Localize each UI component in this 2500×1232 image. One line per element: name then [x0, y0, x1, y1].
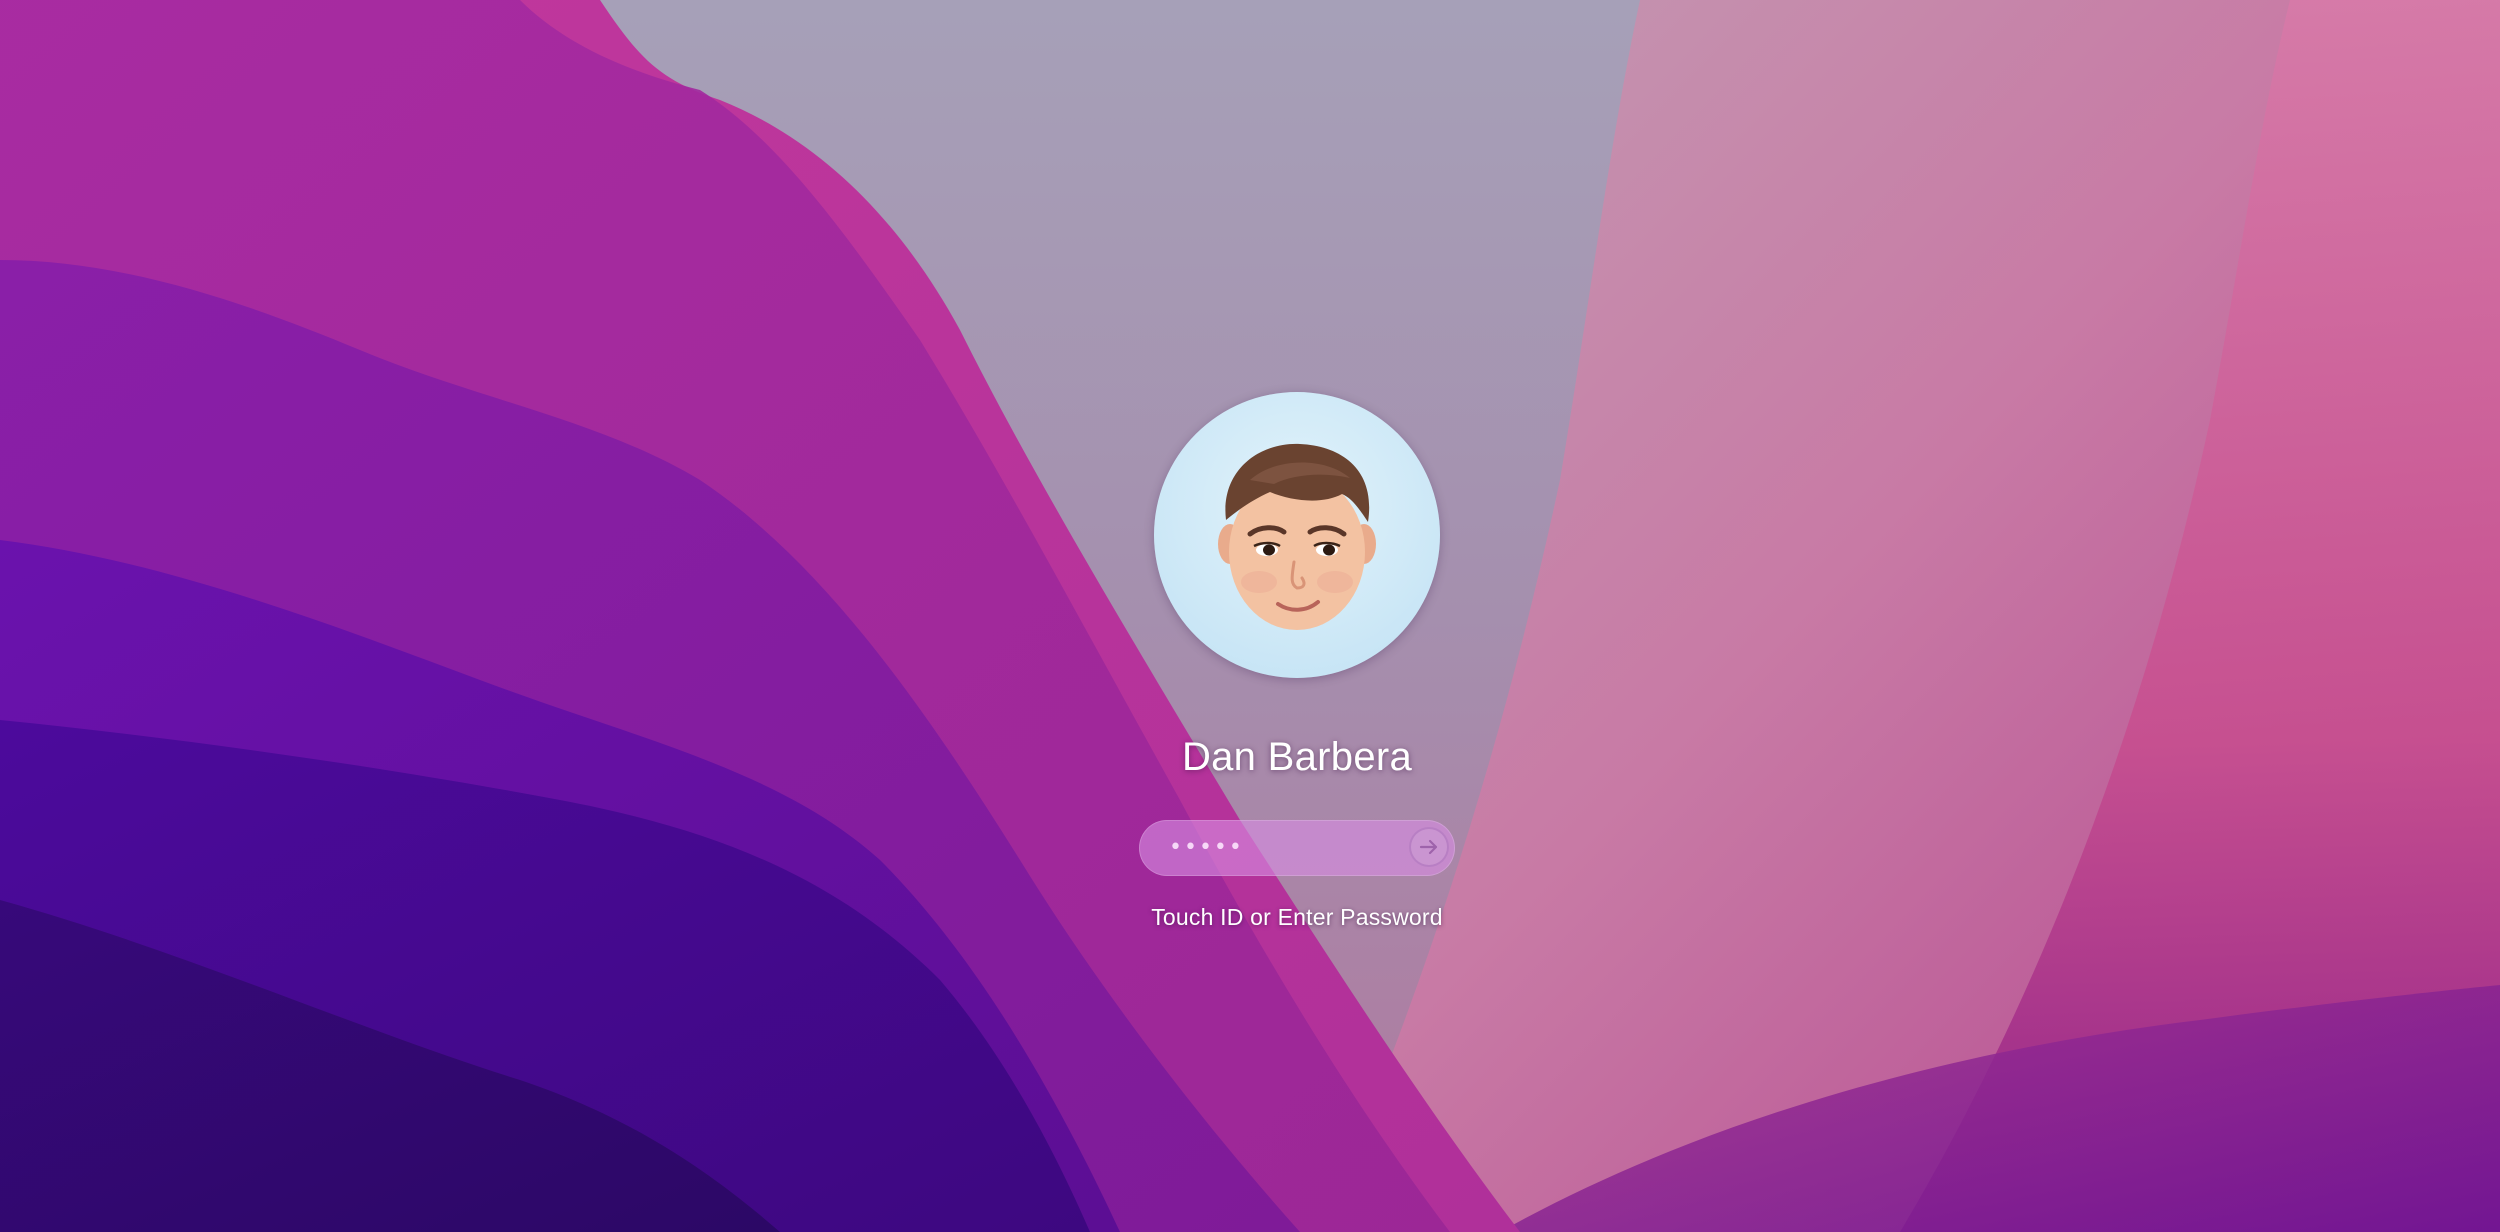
user-avatar[interactable] [1154, 392, 1440, 678]
arrow-right-circle-icon [1419, 839, 1438, 855]
login-window: Dan Barbera ••••• Touch ID or Enter Pass… [0, 0, 2500, 1232]
password-field[interactable]: ••••• [1139, 820, 1455, 876]
submit-password-button[interactable] [1409, 827, 1449, 867]
password-hint: Touch ID or Enter Password [1151, 904, 1443, 930]
user-name: Dan Barbera [1181, 735, 1413, 779]
memoji-avatar-icon [1218, 443, 1376, 630]
password-masked-value: ••••• [1169, 835, 1244, 860]
